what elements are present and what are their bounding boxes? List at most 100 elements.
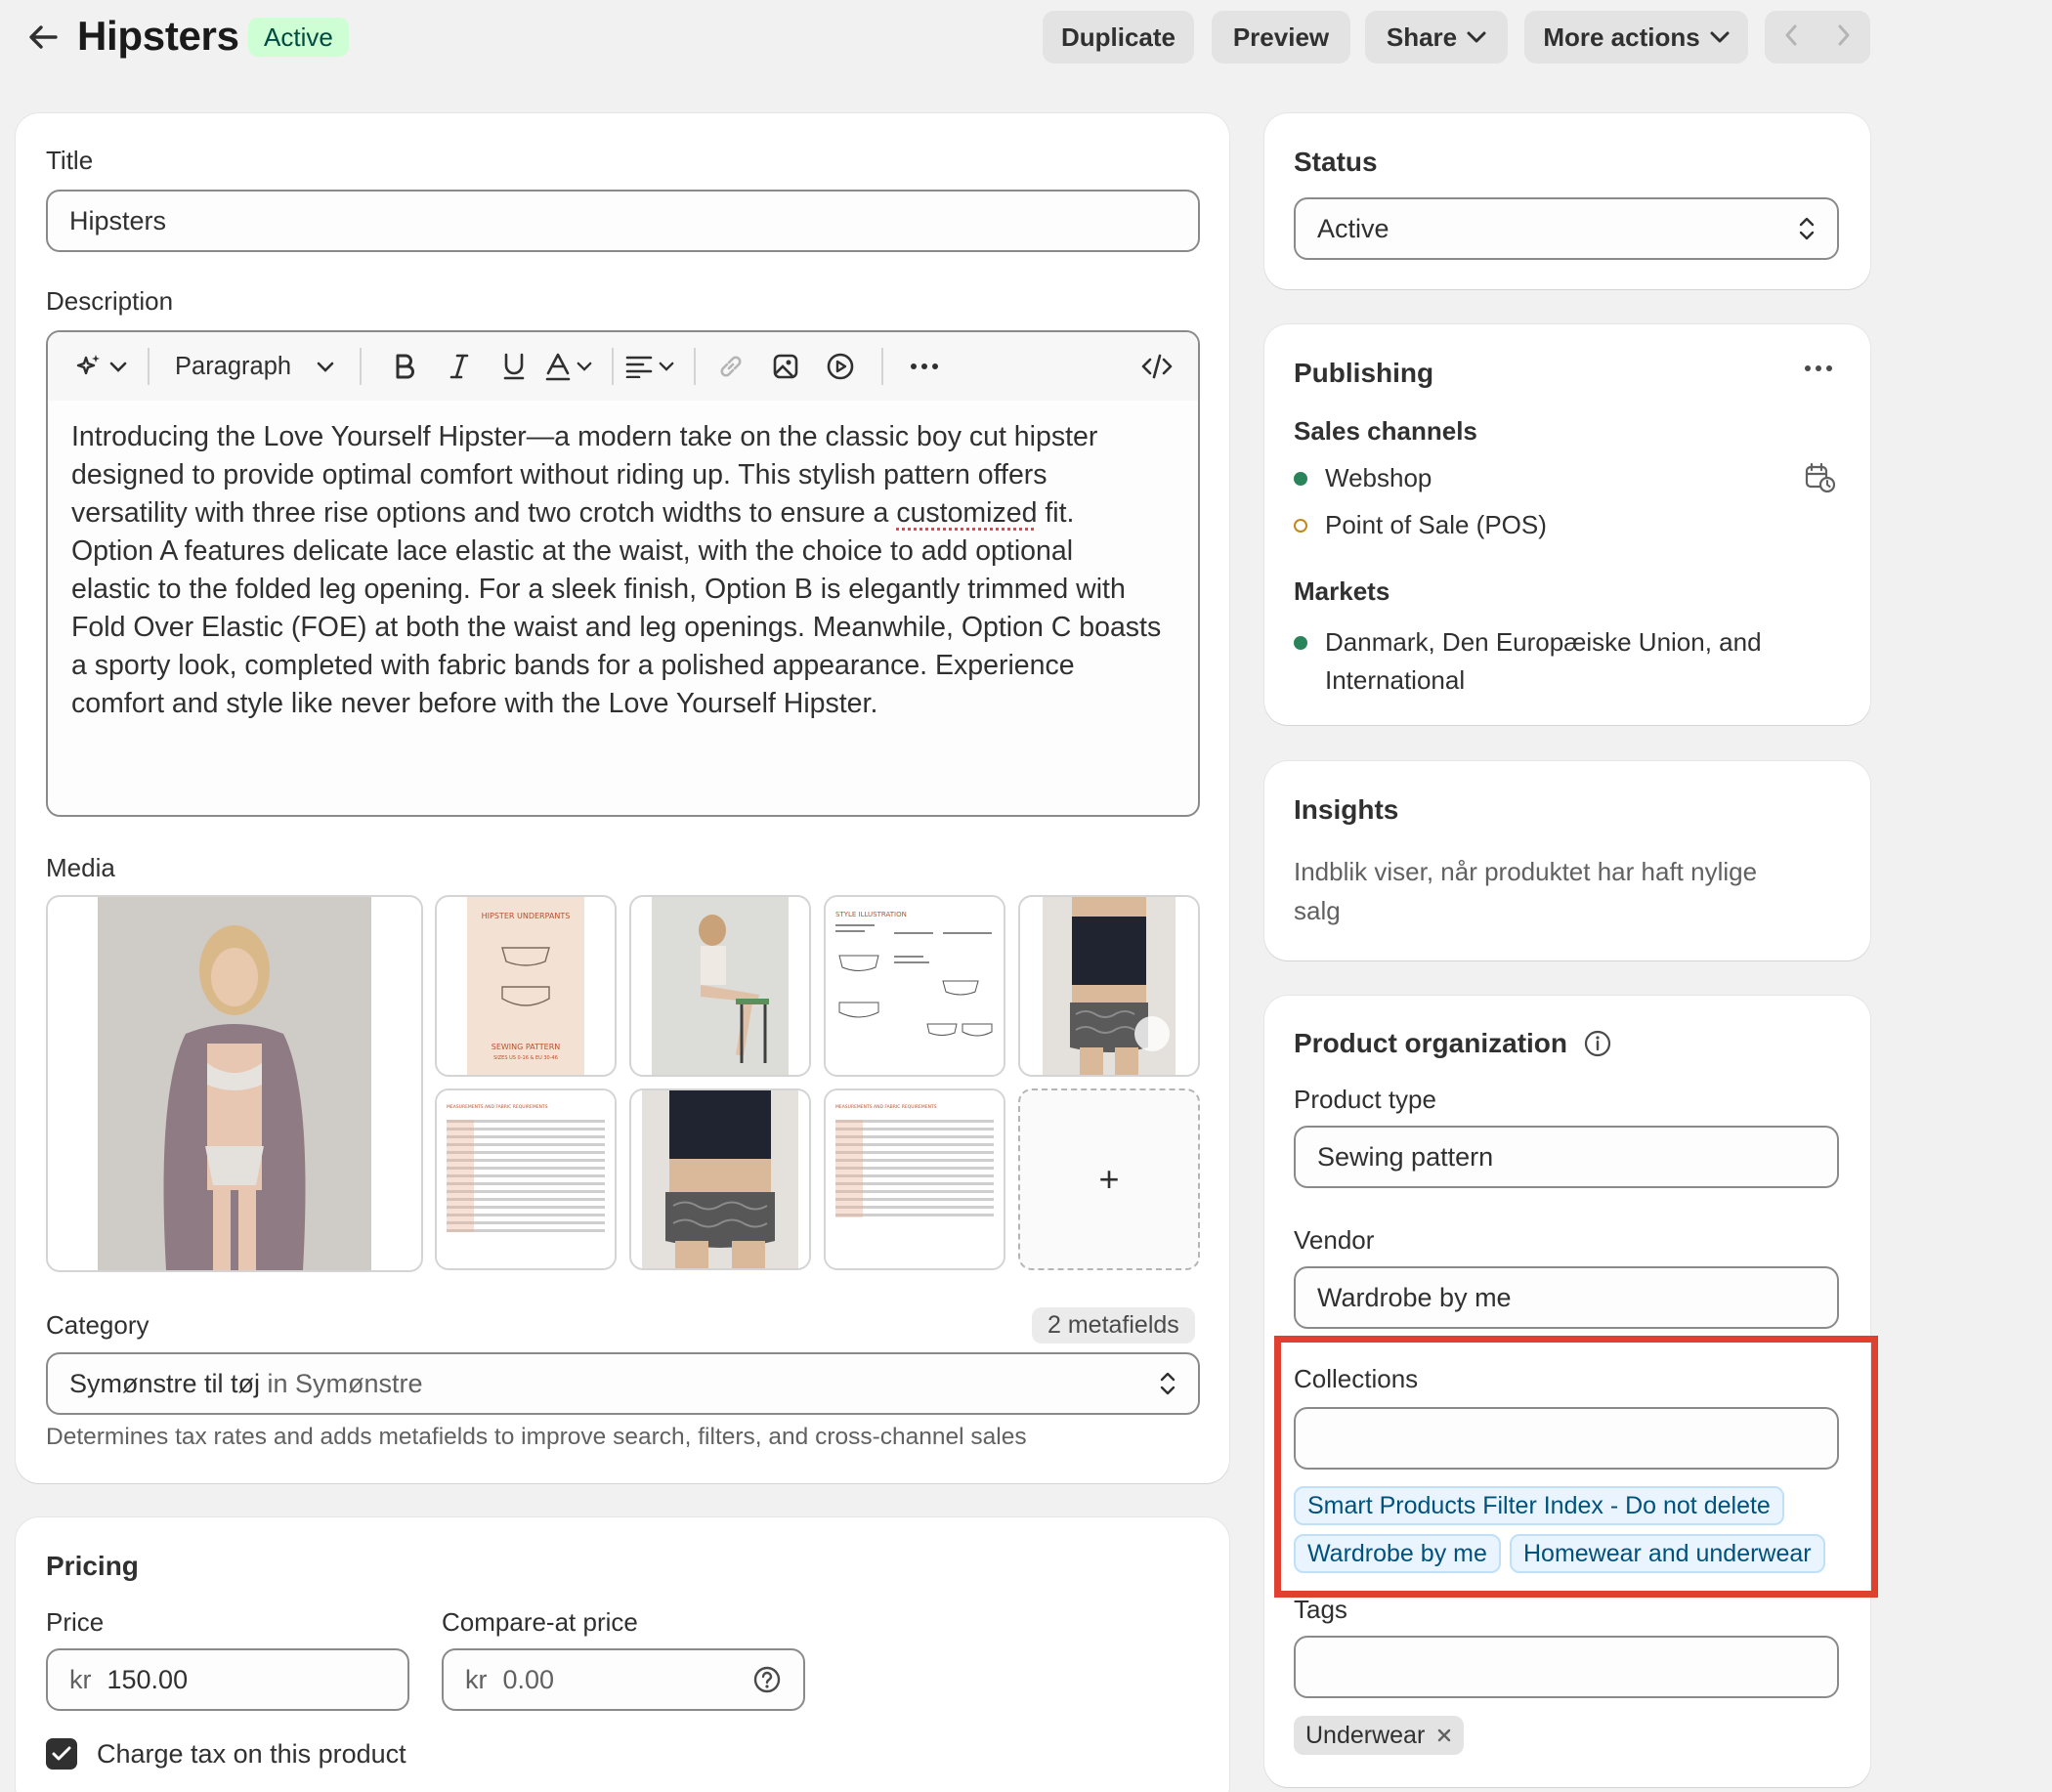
charge-tax-checkbox[interactable] bbox=[46, 1738, 77, 1770]
media-thumbnail-model-front[interactable] bbox=[629, 1088, 811, 1270]
paragraph-format-select[interactable]: Paragraph bbox=[161, 343, 348, 390]
bold-button[interactable] bbox=[381, 343, 428, 390]
collection-tag[interactable]: Smart Products Filter Index - Do not del… bbox=[1294, 1486, 1784, 1525]
pattern-cover-title: HIPSTER UNDERPANTS bbox=[482, 912, 571, 920]
preview-label: Preview bbox=[1232, 21, 1330, 52]
publishing-more-button[interactable] bbox=[1804, 360, 1833, 377]
schedule-publish-button[interactable] bbox=[1804, 461, 1837, 499]
media-thumbnail-style-illustration[interactable]: STYLE ILLUSTRATION bbox=[824, 895, 1005, 1077]
text-color-button[interactable] bbox=[545, 343, 592, 390]
editor-toolbar: Paragraph bbox=[48, 332, 1198, 401]
category-label: Category bbox=[46, 1310, 150, 1340]
status-title: Status bbox=[1294, 147, 1378, 177]
tags-input[interactable] bbox=[1294, 1636, 1839, 1698]
info-icon[interactable] bbox=[1583, 1029, 1612, 1058]
next-product-button[interactable] bbox=[1837, 21, 1851, 54]
collection-tag[interactable]: Homewear and underwear bbox=[1510, 1534, 1825, 1573]
active-dot-icon bbox=[1294, 636, 1307, 650]
size-chart-heading: MEASUREMENTS AND FABRIC REQUIREMENTS bbox=[447, 1104, 548, 1110]
media-thumbnail-main[interactable] bbox=[46, 895, 423, 1272]
back-button[interactable] bbox=[23, 18, 63, 57]
more-formatting-button[interactable] bbox=[901, 343, 948, 390]
code-icon bbox=[1141, 354, 1173, 379]
category-help-text: Determines tax rates and adds metafields… bbox=[46, 1424, 1027, 1450]
description-line: Option A features delicate lace elastic … bbox=[71, 535, 1074, 567]
bold-icon bbox=[396, 354, 415, 379]
share-label: Share bbox=[1386, 21, 1458, 52]
more-horizontal-icon bbox=[1805, 365, 1832, 371]
add-media-button[interactable]: + bbox=[1018, 1088, 1200, 1270]
collections-label: Collections bbox=[1294, 1364, 1419, 1393]
price-label: Price bbox=[46, 1607, 105, 1637]
more-actions-button[interactable]: More actions bbox=[1524, 11, 1748, 64]
compare-at-price-input[interactable]: kr 0.00 bbox=[442, 1648, 805, 1711]
play-circle-icon bbox=[827, 353, 854, 380]
product-type-input[interactable]: Sewing pattern bbox=[1294, 1126, 1839, 1188]
media-thumbnail-model-seated[interactable] bbox=[629, 895, 811, 1077]
price-input[interactable]: kr 150.00 bbox=[46, 1648, 409, 1711]
description-line: a sporty look, completed with fabric ban… bbox=[71, 650, 1075, 681]
toolbar-divider bbox=[881, 348, 884, 385]
media-thumbnail-model-back[interactable] bbox=[1018, 895, 1200, 1077]
charge-tax-checkbox-row[interactable]: Charge tax on this product bbox=[46, 1738, 406, 1770]
toolbar-divider bbox=[360, 348, 363, 385]
italic-button[interactable] bbox=[436, 343, 483, 390]
description-line: elastic to the folded leg opening. For a… bbox=[71, 574, 1126, 605]
media-thumbnail-size-chart-1[interactable]: MEASUREMENTS AND FABRIC REQUIREMENTS bbox=[435, 1088, 617, 1270]
close-icon[interactable] bbox=[1436, 1728, 1452, 1743]
title-input[interactable]: Hipsters bbox=[46, 190, 1200, 252]
style-illustration-image: STYLE ILLUSTRATION bbox=[826, 897, 1004, 1075]
insert-link-button[interactable] bbox=[707, 343, 754, 390]
collections-search-input[interactable] bbox=[1294, 1407, 1839, 1470]
description-text[interactable]: Introducing the Love Yourself Hipster—a … bbox=[48, 401, 1198, 741]
previous-product-button[interactable] bbox=[1784, 21, 1798, 54]
duplicate-label: Duplicate bbox=[1060, 21, 1176, 52]
more-horizontal-icon bbox=[911, 363, 939, 369]
description-line: Introducing the Love Yourself Hipster—a … bbox=[71, 421, 1098, 452]
product-photo-front bbox=[642, 1090, 798, 1268]
status-value: Active bbox=[1317, 213, 1389, 243]
channel-pos: Point of Sale (POS) bbox=[1294, 510, 1547, 540]
media-thumbnail-size-chart-2[interactable]: MEASUREMENTS AND FABRIC REQUIREMENTS bbox=[824, 1088, 1005, 1270]
image-icon bbox=[773, 354, 798, 379]
arrow-left-icon bbox=[29, 25, 58, 49]
product-photo-seated bbox=[652, 897, 789, 1075]
tags-label: Tags bbox=[1294, 1595, 1347, 1624]
preview-button[interactable]: Preview bbox=[1212, 11, 1350, 64]
description-editor: Paragraph Introducing the Love Yourself … bbox=[46, 330, 1200, 817]
markets-label: Markets bbox=[1294, 576, 1390, 606]
media-thumbnail-pattern-cover[interactable]: HIPSTER UNDERPANTS SEWING PATTERN SIZES … bbox=[435, 895, 617, 1077]
show-html-button[interactable] bbox=[1133, 343, 1180, 390]
help-circle-icon[interactable] bbox=[752, 1665, 782, 1694]
vendor-input[interactable]: Wardrobe by me bbox=[1294, 1266, 1839, 1329]
align-button[interactable] bbox=[625, 343, 674, 390]
publishing-title: Publishing bbox=[1294, 358, 1434, 388]
product-organization-header: Product organization bbox=[1294, 1028, 1612, 1059]
share-button[interactable]: Share bbox=[1365, 11, 1508, 64]
pattern-cover-image: HIPSTER UNDERPANTS SEWING PATTERN SIZES … bbox=[467, 897, 584, 1075]
insert-video-button[interactable] bbox=[817, 343, 864, 390]
toolbar-divider bbox=[694, 348, 697, 385]
ai-generate-button[interactable] bbox=[65, 343, 136, 390]
channel-name: Point of Sale (POS) bbox=[1325, 510, 1547, 539]
duplicate-button[interactable]: Duplicate bbox=[1043, 11, 1194, 64]
description-line: comfort and style like never before with… bbox=[71, 688, 878, 719]
tag-label: Underwear bbox=[1305, 1721, 1426, 1749]
pattern-cover-sizes: SIZES US 0-16 & EU 30-46 bbox=[493, 1055, 558, 1061]
insert-image-button[interactable] bbox=[762, 343, 809, 390]
charge-tax-label: Charge tax on this product bbox=[97, 1738, 406, 1769]
category-metafields-badge[interactable]: 2 metafields bbox=[1032, 1307, 1195, 1344]
chevron-down-icon bbox=[577, 362, 592, 371]
category-select[interactable]: Symønstre til tøj in Symønstre bbox=[46, 1352, 1200, 1415]
page-title: Hipsters bbox=[77, 13, 239, 59]
underline-button[interactable] bbox=[491, 343, 537, 390]
more-actions-label: More actions bbox=[1543, 21, 1700, 52]
collection-tag[interactable]: Wardrobe by me bbox=[1294, 1534, 1501, 1573]
select-arrows-icon bbox=[1799, 217, 1815, 240]
compare-at-price-label: Compare-at price bbox=[442, 1607, 638, 1637]
product-organization-title: Product organization bbox=[1294, 1028, 1567, 1058]
status-select[interactable]: Active bbox=[1294, 197, 1839, 260]
markets-line: Danmark, Den Europæiske Union, and bbox=[1325, 627, 1762, 657]
channel-webshop: Webshop bbox=[1294, 463, 1432, 493]
size-chart-image: MEASUREMENTS AND FABRIC REQUIREMENTS bbox=[437, 1090, 615, 1268]
